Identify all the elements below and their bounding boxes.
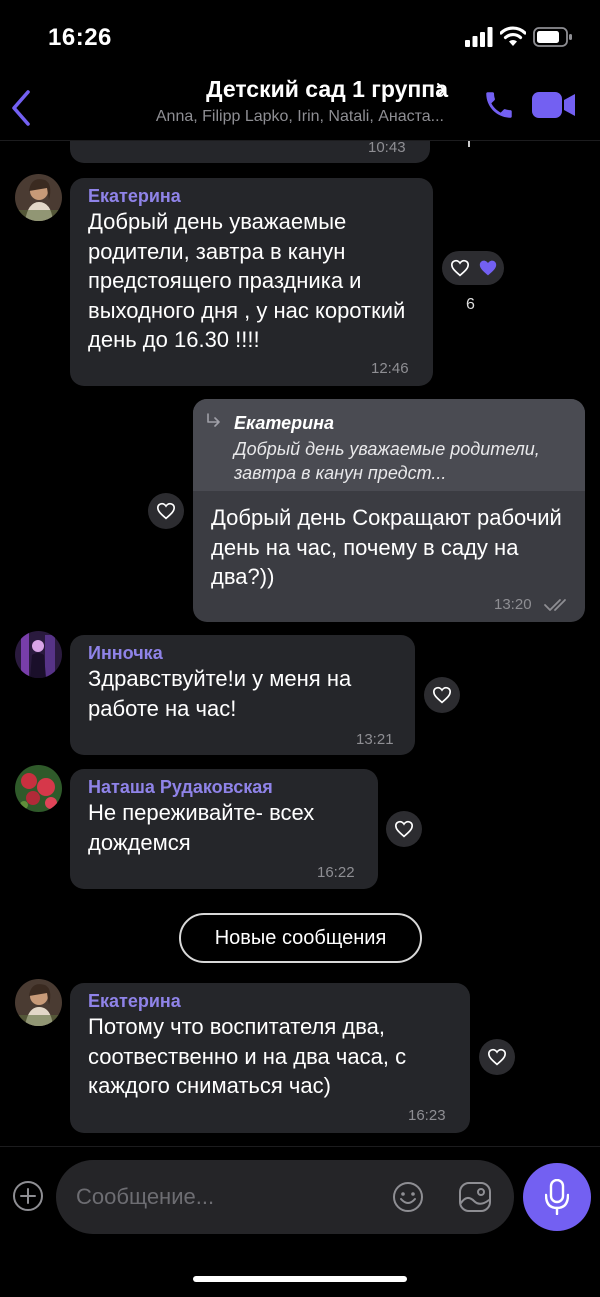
message-time: 13:20 [494, 596, 532, 613]
message-time: 16:22 [317, 864, 355, 881]
plus-icon[interactable] [12, 1180, 44, 1212]
message-sender: Екатерина [88, 991, 181, 1011]
message-text: Здравствуйте!и у меня на работе на час! [88, 666, 352, 721]
message-time: 10:43 [368, 141, 406, 156]
avatar[interactable] [15, 765, 62, 812]
message-text: Добрый день Сокращают рабочий день на ча… [211, 505, 562, 589]
home-indicator [193, 1276, 407, 1282]
heart-icon [487, 1048, 507, 1066]
heart-icon [432, 686, 452, 704]
message-text: Не переживайте- всех дождемся [88, 800, 315, 855]
reaction-fragment [468, 141, 470, 147]
read-check-icon [544, 599, 566, 611]
battery-icon [533, 27, 572, 47]
heart-icon [394, 820, 414, 838]
reply-arrow-icon [207, 413, 220, 427]
message-sender: Инночка [88, 643, 163, 663]
message-list[interactable]: 10:43 Екатерина Добрый день уважаемые ро… [0, 141, 600, 1146]
chat-members[interactable]: Anna, Filipp Lapko, Irin, Natali, Анаста… [100, 108, 444, 126]
new-messages-button[interactable]: Новые сообщения [179, 913, 422, 963]
chat-title[interactable]: Детский сад 1 группа [100, 76, 448, 103]
reply-sender: Екатерина [234, 413, 335, 433]
back-icon[interactable] [8, 88, 34, 128]
chevron-right-icon[interactable] [435, 81, 447, 99]
mic-button[interactable] [523, 1163, 591, 1231]
reaction-count: 6 [466, 296, 475, 313]
message-time: 12:46 [371, 360, 409, 377]
status-bar: 16:26 [0, 0, 600, 70]
message-sender: Наташа Рудаковская [88, 777, 273, 797]
heart-icon [156, 502, 176, 520]
message-time: 16:23 [408, 1107, 446, 1124]
wifi-icon [500, 26, 526, 46]
reaction-pill[interactable] [442, 251, 504, 285]
heart-icon [450, 259, 470, 277]
message-input-placeholder[interactable]: Сообщение... [76, 1184, 214, 1210]
message-text: Добрый день уважаемые родители, завтра в… [88, 209, 406, 352]
reply-text: Добрый день уважаемые родители, завтра в… [234, 439, 540, 483]
message-time: 13:21 [356, 731, 394, 748]
like-button[interactable] [424, 677, 460, 713]
emoji-icon[interactable] [392, 1181, 424, 1213]
avatar[interactable] [15, 631, 62, 678]
status-time: 16:26 [48, 24, 112, 51]
message-text: Потому что воспитателя два, соотвественн… [88, 1014, 407, 1098]
like-button[interactable] [148, 493, 184, 529]
composer-divider [0, 1146, 600, 1147]
signal-icon [465, 27, 493, 47]
avatar[interactable] [15, 979, 62, 1026]
heart-icon [479, 260, 497, 276]
video-icon[interactable] [532, 90, 576, 120]
sticker-icon[interactable] [458, 1181, 492, 1213]
message-sender: Екатерина [88, 186, 181, 206]
like-button[interactable] [386, 811, 422, 847]
phone-icon[interactable] [482, 88, 516, 122]
like-button[interactable] [479, 1039, 515, 1075]
mic-icon [545, 1179, 569, 1215]
avatar[interactable] [15, 174, 62, 221]
